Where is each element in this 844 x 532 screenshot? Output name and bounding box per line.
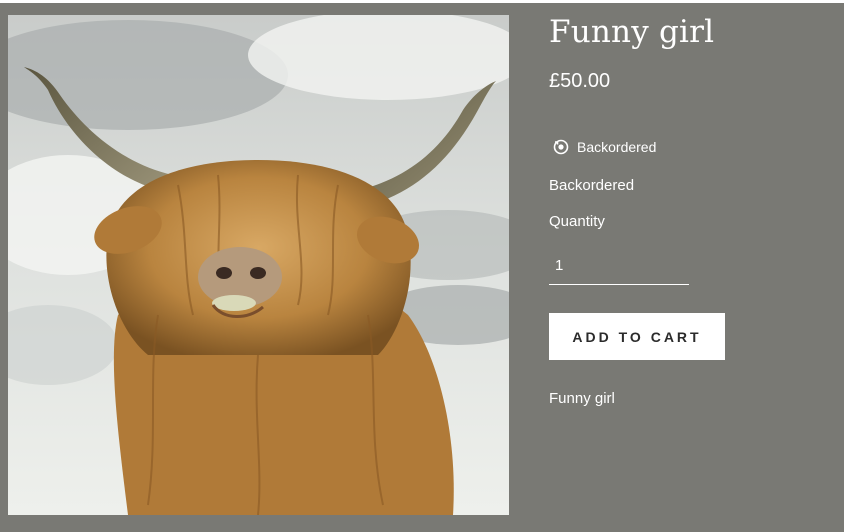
quantity-label: Quantity (549, 213, 605, 230)
top-strip (0, 0, 844, 3)
product-price: £50.00 (549, 70, 611, 92)
product-description: Funny girl (549, 390, 615, 407)
quantity-input[interactable] (549, 246, 689, 285)
stock-badge: Backordered (553, 139, 656, 155)
product-image[interactable] (8, 15, 509, 515)
stock-status: Backordered (549, 177, 635, 194)
stock-badge-label: Backordered (577, 139, 657, 155)
backorder-icon (553, 139, 569, 155)
highland-cow-illustration (8, 15, 509, 515)
product-title: Funny girl (549, 14, 715, 50)
add-to-cart-button[interactable]: ADD TO CART (549, 313, 725, 360)
